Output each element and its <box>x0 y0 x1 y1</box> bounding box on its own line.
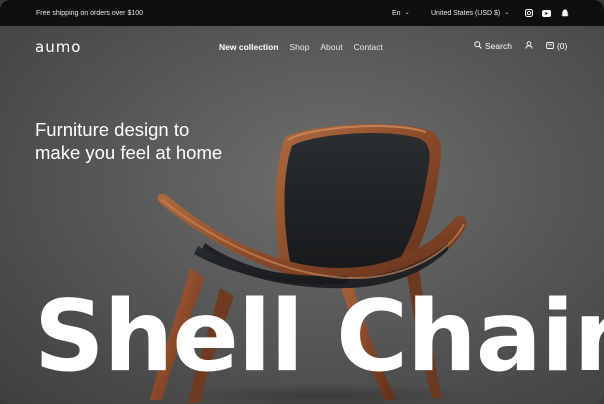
search-icon <box>474 41 482 51</box>
search-label: Search <box>485 41 512 51</box>
currency-label: United States (USD $) <box>431 9 501 17</box>
chevron-down-icon: ⌄ <box>504 10 510 16</box>
announcement-bar: Free shipping on orders over $100 En ⌄ U… <box>0 0 604 26</box>
nav-menu: New collection Shop About Contact <box>219 42 383 52</box>
cart-button[interactable]: (0) <box>546 41 567 51</box>
search-button[interactable]: Search <box>474 41 512 51</box>
shipping-promo-text: Free shipping on orders over $100 <box>36 9 144 17</box>
nav-item-shop[interactable]: Shop <box>290 42 310 52</box>
snapchat-icon[interactable] <box>560 9 569 18</box>
page: Free shipping on orders over $100 En ⌄ U… <box>0 0 604 404</box>
cart-icon <box>546 41 554 51</box>
cart-count: (0) <box>556 41 568 51</box>
chevron-down-icon: ⌄ <box>404 10 410 16</box>
site-logo[interactable]: aumo <box>35 38 82 56</box>
product-title: Shell Chair <box>34 280 604 394</box>
nav-item-about[interactable]: About <box>320 42 342 52</box>
nav-item-contact[interactable]: Contact <box>354 42 383 52</box>
account-icon[interactable] <box>525 41 533 51</box>
language-label: En <box>392 9 401 17</box>
social-links <box>524 9 569 18</box>
youtube-icon[interactable] <box>542 9 551 18</box>
currency-selector[interactable]: United States (USD $) ⌄ <box>431 10 509 17</box>
nav-item-new-collection[interactable]: New collection <box>219 42 279 52</box>
main-navigation: aumo New collection Shop About Contact S… <box>0 26 604 68</box>
header-actions: Search (0) <box>474 41 567 51</box>
instagram-icon[interactable] <box>524 9 533 18</box>
language-selector[interactable]: En ⌄ <box>392 10 410 17</box>
